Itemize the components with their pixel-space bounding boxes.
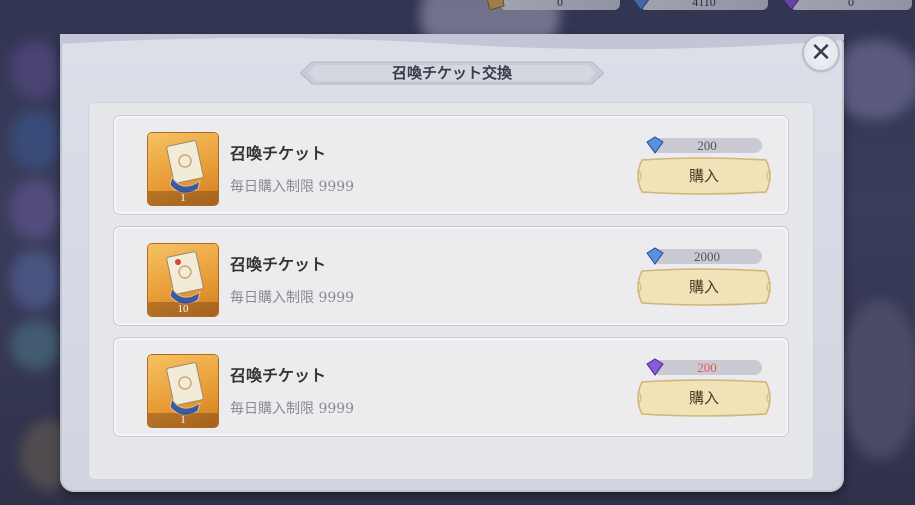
blue-gem-icon <box>646 136 664 154</box>
item-daily-limit: 毎日購入制限 9999 <box>230 179 355 195</box>
buy-button-label: 購入 <box>688 389 719 407</box>
item-quantity: 1 <box>180 192 186 204</box>
ticket-exchange-dialog: 召喚チケット交換 ✕ 1 召喚チケット 毎日購入制限 9999 200 購入 1… <box>60 34 844 492</box>
shop-item-row: 10 召喚チケット 毎日購入制限 9999 2000 購入 <box>114 227 788 325</box>
item-name: 召喚チケット <box>230 144 327 163</box>
summon-ticket-icon: 1 <box>148 133 218 205</box>
blue-gem-icon <box>646 247 664 265</box>
item-daily-limit: 毎日購入制限 9999 <box>230 401 355 417</box>
summon-ticket-icon: 1 <box>148 355 218 427</box>
shop-item-row: 1 召喚チケット 毎日購入制限 9999 200 購入 <box>114 338 788 436</box>
dialog-title: 召喚チケット交換 <box>391 64 512 82</box>
item-price: 200 <box>652 138 762 153</box>
item-quantity: 10 <box>177 303 189 315</box>
item-price: 2000 <box>652 249 762 264</box>
buy-button-label: 購入 <box>688 167 719 185</box>
shop-item-row: 1 召喚チケット 毎日購入制限 9999 200 購入 <box>114 116 788 214</box>
item-daily-limit: 毎日購入制限 9999 <box>230 290 355 306</box>
purple-gem-icon <box>646 358 664 376</box>
item-quantity: 1 <box>180 414 186 426</box>
item-name: 召喚チケット <box>230 255 327 274</box>
item-price: 200 <box>652 360 762 375</box>
close-button[interactable]: ✕ <box>804 36 838 70</box>
buy-button-label: 購入 <box>688 278 719 296</box>
item-name: 召喚チケット <box>230 366 327 385</box>
summon-ticket-icon: 10 <box>148 244 218 316</box>
close-icon: ✕ <box>810 38 832 68</box>
